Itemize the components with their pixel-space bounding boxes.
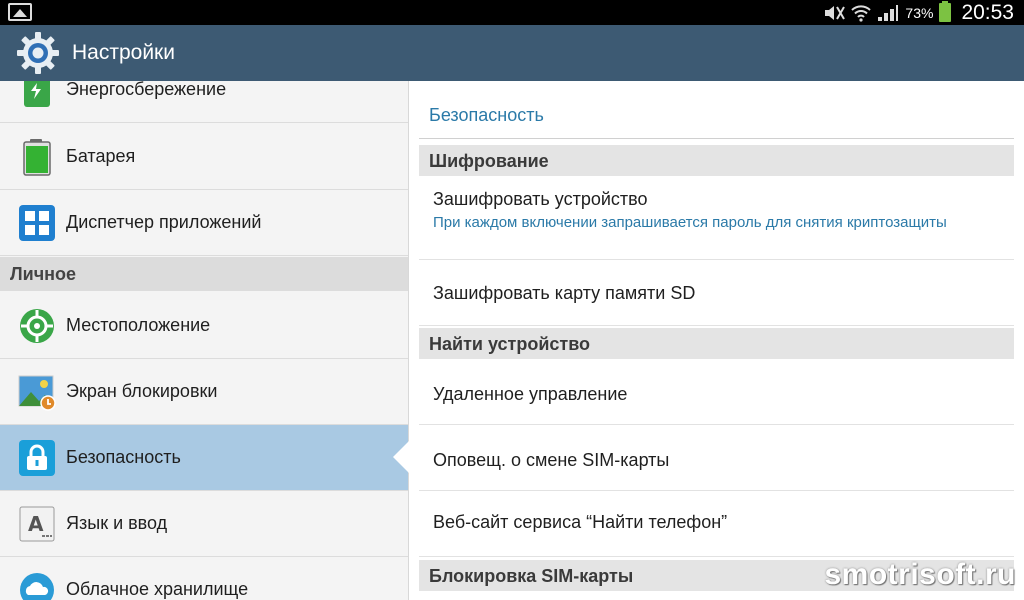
security-settings-panel: Безопасность Шифрование Зашифровать устр… xyxy=(409,81,1024,600)
section-header-label: Блокировка SIM-карты xyxy=(429,566,634,586)
svg-text:A: A xyxy=(28,512,44,536)
row-title: Удаленное управление xyxy=(433,384,628,404)
row-subtitle: При каждом включении запрашивается парол… xyxy=(433,214,947,231)
encrypt-device-row[interactable]: Зашифровать устройство При каждом включе… xyxy=(419,176,1014,260)
action-bar: Настройки xyxy=(0,25,1024,81)
section-header-find-device: Найти устройство xyxy=(419,328,1014,359)
sidebar-item-label: Безопасность xyxy=(66,447,181,467)
signal-icon xyxy=(878,4,899,21)
sidebar-item-application-manager[interactable]: Диспетчер приложений xyxy=(0,190,408,256)
section-header-encryption: Шифрование xyxy=(419,145,1014,176)
remote-controls-row[interactable]: Удаленное управление xyxy=(419,359,1014,425)
sidebar-item-label: Язык и ввод xyxy=(66,513,168,533)
power-saving-icon xyxy=(24,81,50,107)
settings-gear-icon[interactable] xyxy=(14,29,62,77)
sidebar-item-label: Батарея xyxy=(66,146,136,166)
clock: 20:53 xyxy=(961,0,1014,24)
sidebar-item-cloud-storage[interactable]: Облачное хранилище xyxy=(0,557,408,600)
mute-icon xyxy=(825,5,846,20)
title-divider xyxy=(419,138,1014,139)
row-title: Оповещ. о смене SIM-карты xyxy=(433,450,670,470)
sidebar-item-location[interactable]: Местоположение xyxy=(0,293,408,359)
sidebar-item-battery[interactable]: Батарея xyxy=(0,124,408,190)
section-header-label: Найти устройство xyxy=(429,334,591,354)
section-header-label: Личное xyxy=(10,264,77,284)
battery-percent: 73% xyxy=(905,4,934,21)
sidebar-item-power-saving[interactable]: Энергосбережение xyxy=(0,81,408,123)
location-icon xyxy=(20,309,54,343)
language-input-icon: A xyxy=(19,506,55,542)
find-my-mobile-website-row[interactable]: Веб-сайт сервиса “Найти телефон” xyxy=(419,491,1014,557)
application-manager-icon xyxy=(19,205,55,241)
row-title: Зашифровать устройство xyxy=(433,189,648,209)
sidebar-item-label: Облачное хранилище xyxy=(66,579,249,599)
sidebar-item-label: Диспетчер приложений xyxy=(66,212,262,232)
cloud-storage-icon xyxy=(20,573,54,600)
row-title: Веб-сайт сервиса “Найти телефон” xyxy=(433,512,728,532)
section-header-personal: Личное xyxy=(0,257,408,291)
settings-category-list[interactable]: Энергосбережение Батарея Диспетчер прило… xyxy=(0,81,409,600)
section-header-label: Шифрование xyxy=(429,151,549,171)
battery-icon xyxy=(939,1,952,22)
sidebar-item-label: Энергосбережение xyxy=(66,81,227,99)
row-title: Зашифровать карту памяти SD xyxy=(433,283,696,303)
sidebar-item-language-input[interactable]: A Язык и ввод xyxy=(0,491,408,557)
status-icons: 73% 20:53 xyxy=(823,0,1014,25)
sim-change-alert-row[interactable]: Оповещ. о смене SIM-карты xyxy=(419,425,1014,491)
sidebar-item-security[interactable]: Безопасность xyxy=(0,425,408,491)
wifi-icon xyxy=(851,4,872,22)
selection-pointer xyxy=(393,441,409,473)
encrypt-sd-card-row[interactable]: Зашифровать карту памяти SD xyxy=(419,260,1014,326)
watermark: smotrisoft.ru xyxy=(824,558,1016,591)
battery-icon xyxy=(23,139,51,176)
lock-screen-icon xyxy=(18,375,56,411)
sidebar-item-lock-screen[interactable]: Экран блокировки xyxy=(0,359,408,425)
app-title: Настройки xyxy=(72,41,175,64)
gallery-notification-icon xyxy=(8,3,32,21)
sidebar-item-label: Экран блокировки xyxy=(66,381,218,401)
panel-title: Безопасность xyxy=(429,105,544,125)
security-lock-icon xyxy=(19,440,55,476)
sidebar-item-label: Местоположение xyxy=(66,315,211,335)
status-bar: 73% 20:53 xyxy=(0,0,1024,25)
